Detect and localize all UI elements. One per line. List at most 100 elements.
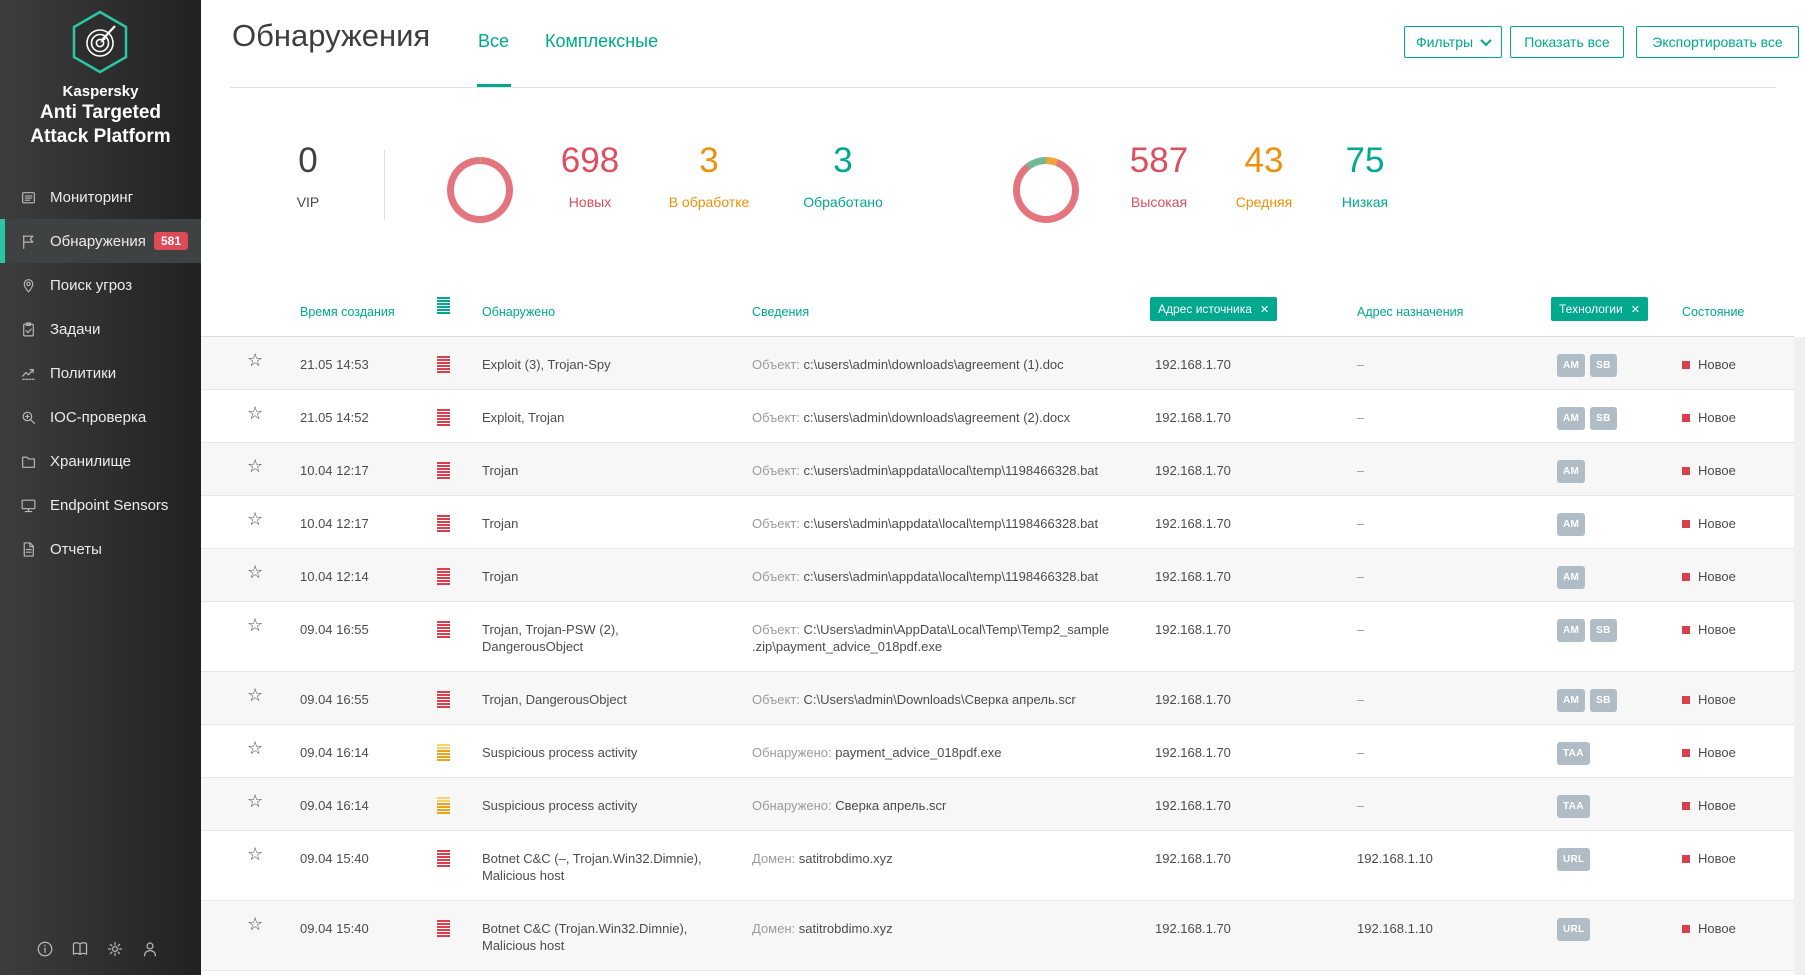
row-state: Новое	[1682, 691, 1736, 708]
export-all-button-label: Экспортировать все	[1652, 34, 1782, 50]
table-row[interactable]: 10.04 12:14TrojanОбъект: c:\users\admin\…	[201, 549, 1794, 602]
details-label: Обнаружено:	[752, 745, 832, 760]
technology-badge: URL	[1557, 918, 1590, 941]
sidebar-item-detections[interactable]: Обнаружения 581	[0, 219, 201, 263]
importance-column-icon[interactable]	[437, 297, 450, 314]
stats-divider	[384, 150, 385, 220]
state-new-icon	[1682, 749, 1690, 757]
sidebar-item-label: Обнаружения	[50, 233, 146, 250]
show-all-button[interactable]: Показать все	[1510, 26, 1624, 58]
filters-button[interactable]: Фильтры	[1404, 26, 1502, 58]
tab-complex[interactable]: Комплексные	[545, 31, 658, 52]
importance-high-icon	[437, 691, 450, 708]
row-detected: Botnet C&C (–, Trojan.Win32.Dimnie), Mal…	[482, 850, 732, 884]
details-value: c:\users\admin\appdata\local\temp\119846…	[804, 463, 1099, 478]
storage-icon	[20, 453, 37, 470]
state-label: Новое	[1698, 516, 1736, 531]
user-icon[interactable]	[141, 940, 159, 958]
filter-chip-technologies[interactable]: Технологии ✕	[1551, 297, 1648, 321]
technology-badge: SB	[1590, 407, 1617, 430]
state-new-icon	[1682, 696, 1690, 704]
sidebar-item-ioc[interactable]: IOC-проверка	[0, 395, 201, 439]
remove-filter-icon[interactable]: ✕	[1631, 303, 1640, 316]
filters-button-label: Фильтры	[1416, 34, 1473, 50]
vertical-scrollbar[interactable]	[1794, 337, 1805, 975]
favorite-star-icon[interactable]	[247, 793, 263, 810]
table-row[interactable]: 09.04 16:14Suspicious process activityОб…	[201, 725, 1794, 778]
technology-badge: AM	[1557, 566, 1585, 589]
tab-all[interactable]: Все	[478, 31, 509, 52]
table-row[interactable]: 09.04 16:55Trojan, DangerousObjectОбъект…	[201, 672, 1794, 725]
details-value: satitrobdimo.xyz	[799, 851, 893, 866]
row-created-time: 09.04 16:14	[300, 797, 369, 814]
row-state: Новое	[1682, 797, 1736, 814]
state-label: Новое	[1698, 622, 1736, 637]
detections-count-badge: 581	[154, 232, 188, 250]
row-state: Новое	[1682, 462, 1736, 479]
stat-new: 698 Новых	[530, 140, 650, 210]
table-row[interactable]: 10.04 12:17TrojanОбъект: c:\users\admin\…	[201, 443, 1794, 496]
chevron-down-icon	[1480, 35, 1491, 46]
technology-badge: AM	[1557, 689, 1585, 712]
sidebar-item-policies[interactable]: Политики	[0, 351, 201, 395]
importance-high-icon	[437, 920, 450, 937]
favorite-star-icon[interactable]	[247, 916, 263, 933]
book-icon[interactable]	[71, 940, 89, 958]
stat-in-progress-value: 3	[649, 140, 769, 182]
sidebar-item-storage[interactable]: Хранилище	[0, 439, 201, 483]
state-label: Новое	[1698, 357, 1736, 372]
details-value: C:\Users\admin\AppData\Local\Temp\Temp2_…	[752, 622, 1109, 654]
gear-icon[interactable]	[106, 940, 124, 958]
table-row[interactable]: 09.04 16:55Trojan, Trojan-PSW (2), Dange…	[201, 602, 1794, 672]
favorite-star-icon[interactable]	[247, 617, 263, 634]
stat-high: 587 Высокая	[1099, 140, 1219, 210]
table-row[interactable]: 21.05 14:53Exploit (3), Trojan-SpyОбъект…	[201, 337, 1794, 390]
favorite-star-icon[interactable]	[247, 352, 263, 369]
sidebar-item-label: Политики	[50, 365, 116, 382]
table-row[interactable]: 09.04 16:14Suspicious process activityОб…	[201, 778, 1794, 831]
column-detected[interactable]: Обнаружено	[482, 305, 555, 319]
favorite-star-icon[interactable]	[247, 458, 263, 475]
sidebar-item-reports[interactable]: Отчеты	[0, 527, 201, 571]
sidebar-item-tasks[interactable]: Задачи	[0, 307, 201, 351]
favorite-star-icon[interactable]	[247, 846, 263, 863]
info-icon[interactable]	[36, 940, 54, 958]
row-details: Обнаружено: Сверка апрель.scr	[752, 797, 1144, 814]
table-row[interactable]: 21.05 14:52Exploit, TrojanОбъект: c:\use…	[201, 390, 1794, 443]
sidebar-item-endpoint[interactable]: Endpoint Sensors	[0, 483, 201, 527]
row-technologies: AMSB	[1557, 619, 1622, 642]
details-value: Сверка апрель.scr	[835, 798, 946, 813]
stat-in-progress: 3 В обработке	[649, 140, 769, 210]
sidebar-item-label: Мониторинг	[50, 189, 133, 206]
column-state[interactable]: Состояние	[1682, 305, 1744, 319]
state-new-icon	[1682, 925, 1690, 933]
table-row[interactable]: 09.04 15:40 Botnet C&C (–, Trojan.Win32.D…	[201, 831, 1794, 901]
row-destination-address: –	[1357, 568, 1364, 585]
favorite-star-icon[interactable]	[247, 405, 263, 422]
sidebar-item-monitoring[interactable]: Мониторинг	[0, 175, 201, 219]
filter-chip-source-address[interactable]: Адрес источника ✕	[1150, 297, 1277, 321]
page-title: Обнаружения	[232, 18, 430, 54]
favorite-star-icon[interactable]	[247, 511, 263, 528]
row-details: Домен: satitrobdimo.xyz	[752, 920, 1144, 937]
row-created-time: 09.04 15:40	[300, 850, 369, 867]
sidebar-item-threat-search[interactable]: Поиск угроз	[0, 263, 201, 307]
table-row[interactable]: 09.04 15:40Botnet C&C (Trojan.Win32.Dimn…	[201, 901, 1794, 971]
table-row[interactable]: 10.04 12:17TrojanОбъект: c:\users\admin\…	[201, 496, 1794, 549]
export-all-button[interactable]: Экспортировать все	[1636, 26, 1799, 58]
remove-filter-icon[interactable]: ✕	[1260, 303, 1269, 316]
ioc-icon	[20, 409, 37, 426]
row-destination-address: –	[1357, 515, 1364, 532]
favorite-star-icon[interactable]	[247, 564, 263, 581]
stat-in-progress-label: В обработке	[649, 194, 769, 210]
details-label: Объект:	[752, 622, 800, 637]
row-created-time: 21.05 14:53	[300, 356, 369, 373]
favorite-star-icon[interactable]	[247, 740, 263, 757]
favorite-star-icon[interactable]	[247, 687, 263, 704]
row-details: Обнаружено: payment_advice_018pdf.exe	[752, 744, 1144, 761]
column-details[interactable]: Сведения	[752, 305, 809, 319]
column-time[interactable]: Время создания	[300, 305, 395, 319]
importance-high-icon	[437, 621, 450, 638]
details-label: Объект:	[752, 569, 800, 584]
column-destination[interactable]: Адрес назначения	[1357, 305, 1463, 319]
